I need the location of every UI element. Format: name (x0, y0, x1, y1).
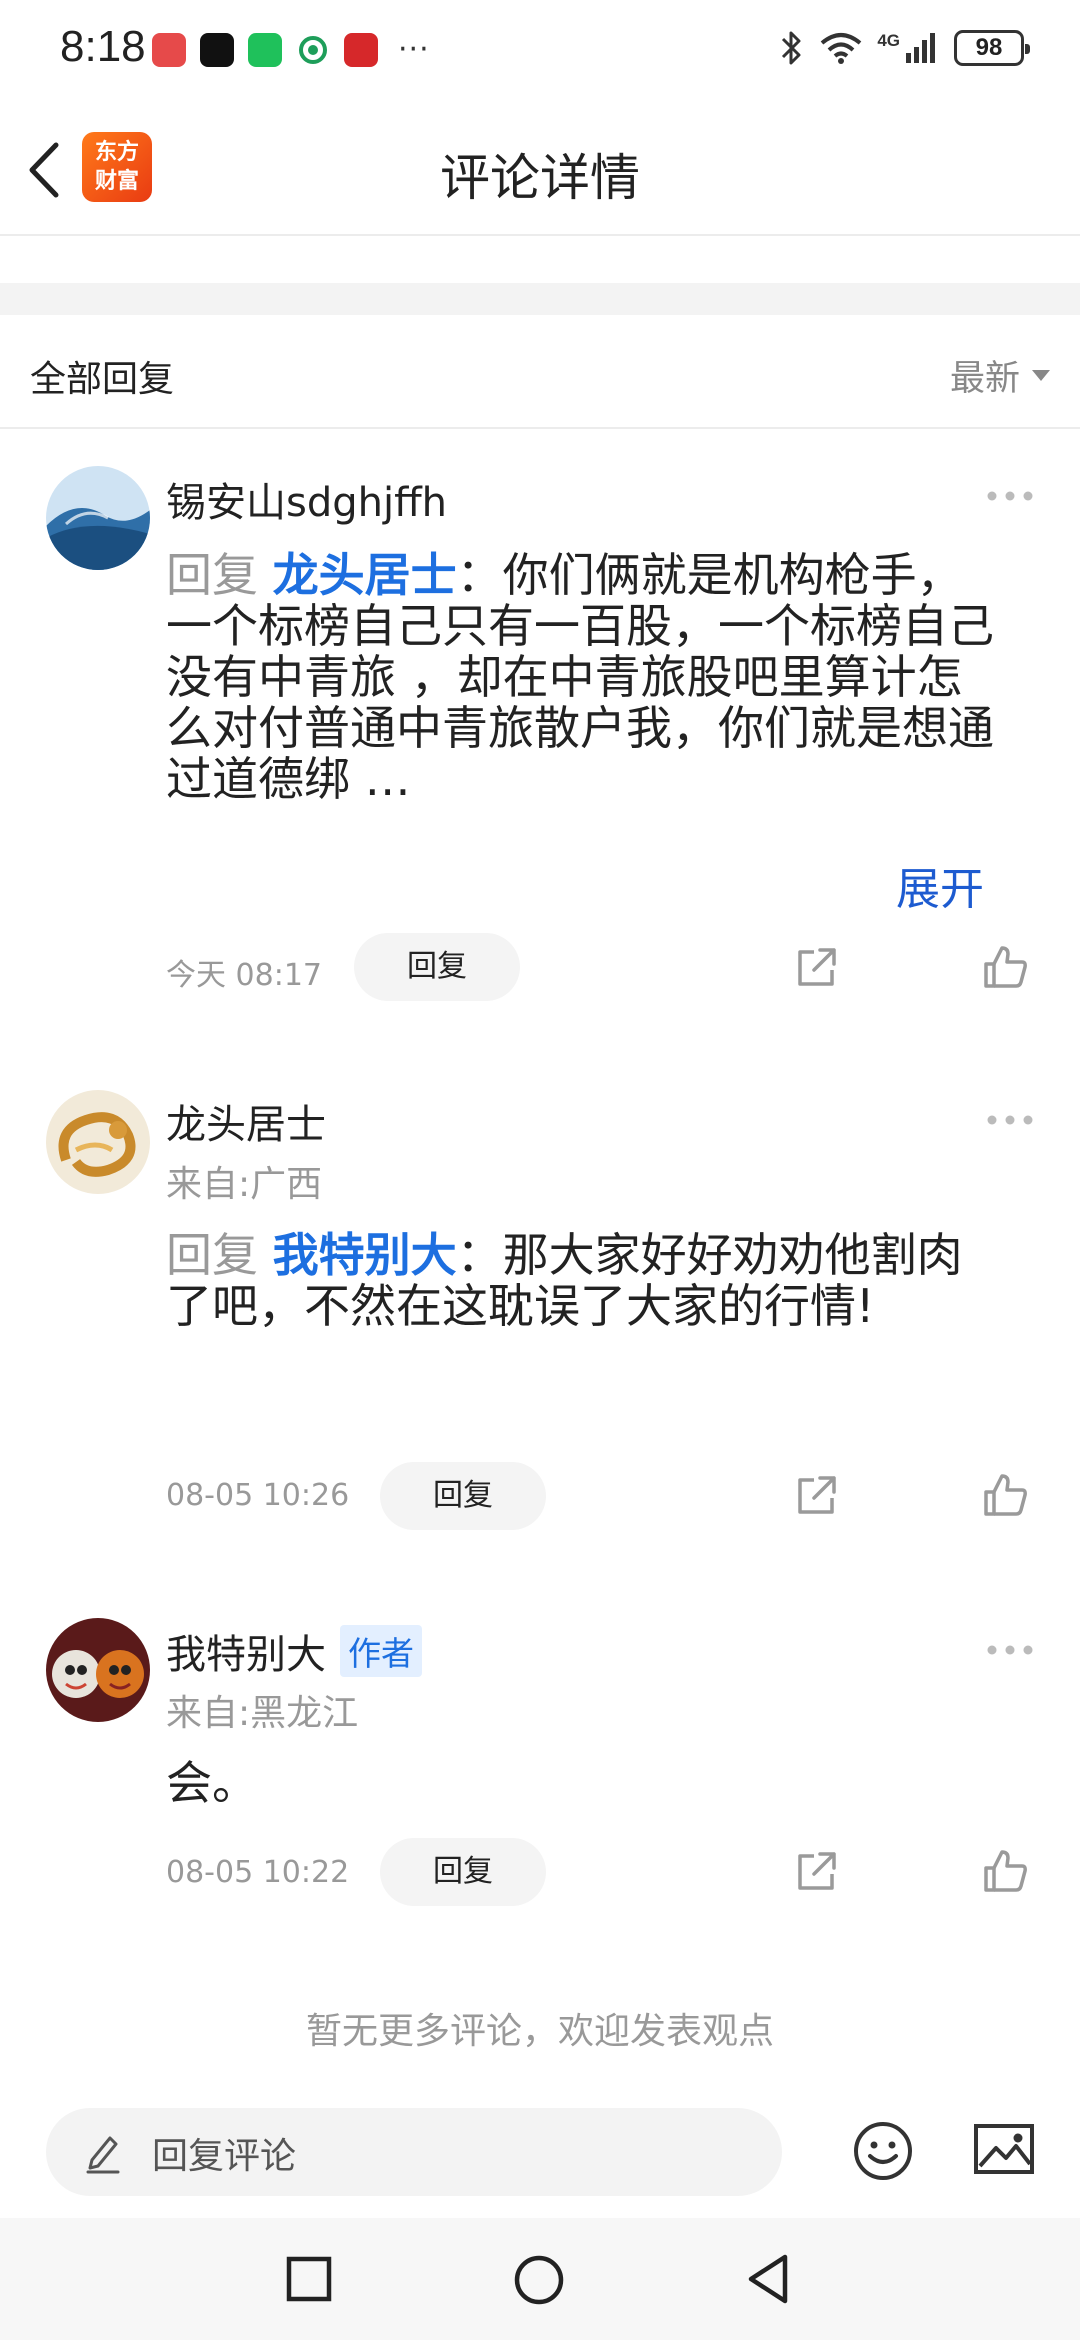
photo-app-icon (200, 32, 234, 67)
no-more-comments-note: 暂无更多评论，欢迎发表观点 (305, 2011, 774, 2052)
avatar[interactable] (46, 466, 150, 570)
battery-level: 98 (975, 34, 1003, 61)
comment-time: 今天 08:17 (166, 958, 322, 993)
image-icon[interactable] (972, 2120, 1036, 2178)
network-label: 4G (877, 31, 900, 50)
comment-body[interactable]: 回复 龙头居士：你们俩就是机构枪手，一个标榜自己只有一百股，一个标榜自己没有中青… (166, 550, 1006, 805)
username[interactable]: 锡安山sdghjffh (166, 470, 447, 528)
section-divider (0, 427, 1080, 429)
pencil-icon (86, 2136, 120, 2174)
share-icon[interactable] (792, 1472, 840, 1520)
more-dots-icon[interactable] (985, 1113, 1035, 1127)
reply-input-placeholder[interactable]: 回复评论 (152, 2127, 296, 2179)
reply-target-name[interactable]: 龙头居士 (273, 548, 457, 602)
share-icon[interactable] (792, 944, 840, 992)
comment-time: 08-05 10:22 (166, 1855, 350, 1890)
username-row: 我特别大 作者 (166, 1622, 422, 1680)
status-time: 8:18 (60, 22, 146, 71)
reply-button[interactable]: 回复 (380, 1462, 546, 1530)
username[interactable]: 我特别大 (166, 1632, 326, 1678)
battery-indicator: 98 (954, 30, 1030, 66)
reply-prefix: 回复 (166, 1228, 258, 1282)
location-label: 来自:黑龙江 (166, 1693, 359, 1734)
like-icon[interactable] (980, 1846, 1030, 1896)
like-icon[interactable] (980, 942, 1030, 992)
emoji-icon[interactable] (852, 2120, 914, 2182)
status-more: ··· (398, 32, 430, 67)
reply-button[interactable]: 回复 (354, 933, 520, 1001)
like-icon[interactable] (980, 1470, 1030, 1520)
share-icon[interactable] (792, 1848, 840, 1896)
reply-button[interactable]: 回复 (380, 1838, 546, 1906)
signal-icon (906, 33, 935, 63)
more-dots-icon[interactable] (985, 1643, 1035, 1657)
news-app-icon (344, 32, 378, 67)
reply-target-name[interactable]: 我特别大 (273, 1228, 457, 1282)
status-app-icons: ··· (152, 32, 430, 67)
section-gap (0, 283, 1080, 315)
nav-circle-icon[interactable] (513, 2254, 565, 2306)
section-title: 全部回复 (30, 359, 175, 400)
nav-back-icon[interactable] (745, 2253, 793, 2305)
wifi-icon (821, 33, 862, 64)
status-right: 4G 98 (779, 28, 1030, 68)
expand-link[interactable]: 展开 (896, 853, 984, 917)
username[interactable]: 龙头居士 (166, 1092, 326, 1150)
wechat-app-icon (248, 32, 282, 67)
sort-label: 最新 (949, 359, 1020, 399)
author-badge: 作者 (340, 1625, 422, 1677)
reply-prefix: 回复 (166, 548, 258, 602)
header-divider (0, 234, 1080, 236)
nav-square-icon[interactable] (286, 2256, 332, 2302)
comment-time: 08-05 10:26 (166, 1478, 350, 1513)
page-title: 评论详情 (440, 149, 640, 207)
telecom-app-icon (296, 33, 330, 67)
comment-body[interactable]: 回复 我特别大：那大家好好劝劝他割肉了吧，不然在这耽误了大家的行情! (166, 1230, 1006, 1332)
location-label: 来自:广西 (166, 1164, 323, 1205)
avatar[interactable] (46, 1090, 150, 1194)
more-dots-icon[interactable] (985, 489, 1035, 503)
comment-text: 会。 (166, 1756, 258, 1810)
sort-dropdown[interactable]: 最新 (950, 350, 1050, 401)
comment-body[interactable]: 会。 (166, 1758, 1006, 1809)
chevron-down-icon (1032, 370, 1050, 381)
avatar[interactable] (46, 1618, 150, 1722)
huawei-app-icon (152, 32, 186, 67)
bluetooth-icon (782, 31, 801, 65)
